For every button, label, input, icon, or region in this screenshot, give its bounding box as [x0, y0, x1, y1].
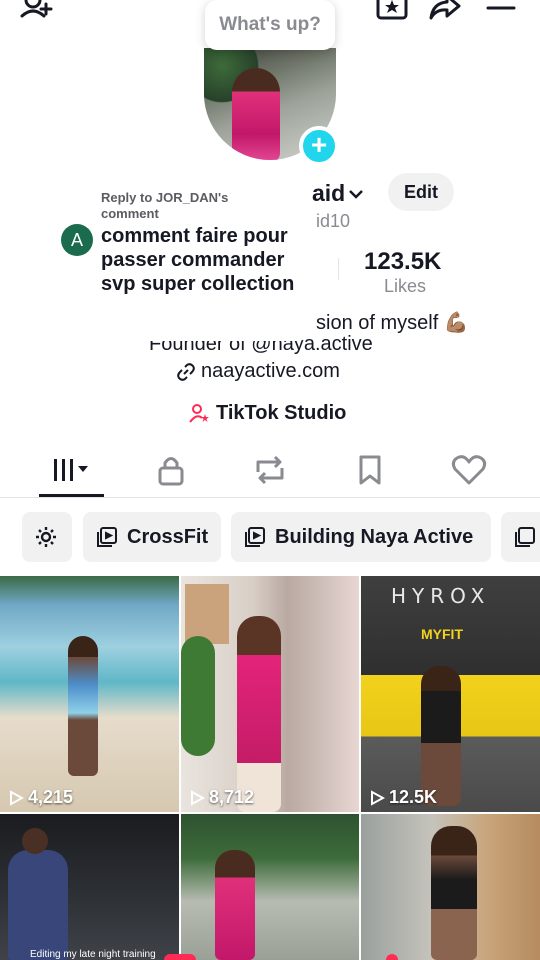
- likes-label: Likes: [384, 276, 427, 296]
- play-icon: [371, 789, 385, 806]
- collections-settings-chip[interactable]: [22, 512, 72, 562]
- video-thumbnail[interactable]: [361, 814, 540, 960]
- heart-icon: [451, 455, 487, 485]
- studio-label: TikTok Studio: [216, 402, 347, 424]
- likes-count: 123.5K: [364, 248, 442, 275]
- video-thumbnail[interactable]: [181, 814, 359, 960]
- comment-body: comment faire pour passer commander svp …: [101, 225, 295, 295]
- bio-line-1: sion of myself 💪🏽: [316, 312, 469, 334]
- view-count: 12.5K: [389, 787, 438, 807]
- link-icon: [177, 362, 195, 381]
- tab-favorites[interactable]: [350, 452, 390, 488]
- status-bubble[interactable]: What's up?: [205, 0, 335, 50]
- reply-to-label: Reply to JOR_DAN's comment: [101, 190, 229, 221]
- chevron-down-icon: [349, 189, 364, 199]
- add-friend-icon[interactable]: [20, 0, 54, 24]
- playlist-icon: [97, 527, 117, 547]
- commenter-avatar: A: [61, 224, 93, 256]
- tabs-divider: [0, 497, 540, 498]
- add-story-button[interactable]: +: [299, 126, 339, 166]
- play-icon: [10, 789, 24, 806]
- collection-label: Building Naya Active: [275, 525, 474, 548]
- collection-label: CrossFit: [127, 525, 209, 548]
- star-bookmark-icon[interactable]: [375, 0, 409, 24]
- play-icon: [191, 789, 205, 806]
- video-thumbnail[interactable]: 4,215: [0, 576, 179, 812]
- share-arrow-icon[interactable]: [428, 0, 462, 24]
- tab-private[interactable]: [151, 452, 191, 488]
- bottom-badge: [164, 954, 196, 960]
- lock-icon: [158, 457, 184, 486]
- username-text: aid: [312, 180, 346, 206]
- view-count: 4,215: [28, 787, 74, 807]
- gear-icon: [36, 527, 56, 547]
- video-thumbnail[interactable]: 8,712: [181, 576, 359, 812]
- tab-reposts[interactable]: [250, 452, 290, 488]
- link-text: naayactive.com: [201, 360, 340, 382]
- collection-chip-crossfit[interactable]: CrossFit: [83, 512, 221, 562]
- view-count: 8,712: [209, 787, 255, 807]
- username-display[interactable]: aid: [312, 180, 365, 207]
- grid-icon: [54, 459, 88, 481]
- collection-chip-building-naya-active[interactable]: Building Naya Active: [231, 512, 491, 562]
- profile-link[interactable]: naayactive.com: [177, 360, 340, 383]
- comment-reply-popup[interactable]: Reply to JOR_DAN's comment A comment fai…: [50, 176, 312, 341]
- bottom-badge: [386, 954, 398, 960]
- edit-profile-button[interactable]: Edit: [388, 173, 454, 211]
- tiktok-studio-link[interactable]: TikTok Studio: [188, 402, 346, 425]
- collection-chip-more[interactable]: [501, 512, 540, 562]
- video-thumbnail[interactable]: HYROX MYFIT 12.5K: [361, 576, 540, 812]
- hamburger-menu-icon[interactable]: [484, 0, 518, 24]
- handle-text: id10: [316, 211, 351, 231]
- playlist-icon: [245, 527, 265, 547]
- bookmark-icon: [359, 455, 381, 485]
- video-thumbnail[interactable]: Editing my late night training: [0, 814, 179, 960]
- studio-person-icon: [189, 403, 209, 423]
- tab-videos[interactable]: [50, 452, 90, 488]
- video-caption: Editing my late night training: [30, 949, 156, 960]
- playlist-icon: [515, 527, 535, 547]
- stats-divider: [338, 258, 339, 280]
- repost-icon: [256, 455, 284, 485]
- tab-liked[interactable]: [449, 452, 489, 488]
